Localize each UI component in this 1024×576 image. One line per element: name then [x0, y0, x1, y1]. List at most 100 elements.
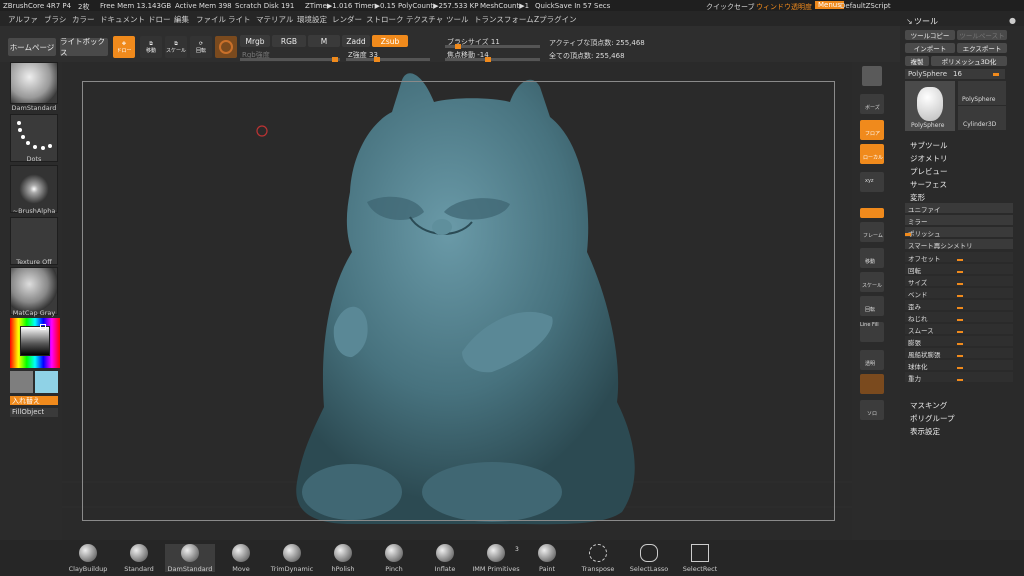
brush-paint[interactable]: Paint: [522, 544, 572, 573]
deform-spherize-knob[interactable]: [957, 367, 963, 369]
bpr-button[interactable]: [862, 66, 882, 86]
menu-file[interactable]: ファイル: [196, 14, 226, 25]
brush-imm-primitives[interactable]: IMM Primitives 3: [471, 544, 521, 573]
rgb-intensity-track[interactable]: [240, 57, 340, 62]
brush-size-knob[interactable]: [455, 44, 461, 49]
move-view-button[interactable]: 移動: [860, 248, 884, 268]
deform-bend[interactable]: ベンド: [905, 288, 1013, 299]
brush-standard[interactable]: Standard: [114, 544, 164, 573]
secondary-color-swatch[interactable]: [10, 371, 33, 393]
color-swatch-icon[interactable]: [215, 36, 237, 58]
deform-twist[interactable]: ねじれ: [905, 312, 1013, 323]
deform-skew-knob[interactable]: [957, 307, 963, 309]
tool-thumb-cylinder[interactable]: Cylinder3D: [958, 106, 1006, 130]
menu-tool[interactable]: ツール: [446, 14, 469, 25]
brush-size-track[interactable]: [445, 44, 540, 49]
deform-gravity[interactable]: 重力: [905, 372, 1013, 383]
menu-texture[interactable]: テクスチャ: [406, 14, 443, 25]
deform-inflate-knob[interactable]: [957, 343, 963, 345]
deform-offset-knob[interactable]: [957, 259, 963, 261]
deform-size[interactable]: サイズ: [905, 276, 1013, 287]
scale-mode-button[interactable]: ⧉ スケール: [165, 36, 187, 58]
tool-thumb-polysphere[interactable]: PolySphere: [958, 81, 1006, 105]
solo-button[interactable]: ソロ: [860, 400, 884, 420]
menu-draw[interactable]: ドロー: [148, 14, 171, 25]
deform-rotate[interactable]: 回転: [905, 264, 1013, 275]
draw-mode-button[interactable]: ✥ ドロー: [113, 36, 135, 58]
zsub-button[interactable]: Zsub: [372, 35, 408, 47]
preview-header[interactable]: プレビュー: [910, 166, 948, 177]
deform-skew[interactable]: 歪み: [905, 300, 1013, 311]
rgb-button[interactable]: RGB: [272, 35, 306, 47]
brush-thumbnail[interactable]: [10, 62, 58, 104]
menu-document[interactable]: ドキュメント: [100, 14, 145, 25]
current-tool-thumbnail[interactable]: PolySphere: [905, 81, 955, 131]
brush-claybuildup[interactable]: ClayBuildup: [63, 544, 113, 573]
z-intensity-track[interactable]: [346, 57, 430, 62]
rotate-mode-button[interactable]: ⟳ 回転: [190, 36, 212, 58]
polysphere-slider-knob[interactable]: [993, 73, 999, 76]
linefill-button[interactable]: Line Fill: [860, 322, 884, 342]
deform-header[interactable]: 変形: [910, 192, 925, 203]
sym-button[interactable]: [860, 208, 884, 218]
clone-button[interactable]: 複製: [905, 56, 929, 66]
brush-pinch[interactable]: Pinch: [369, 544, 419, 573]
tool-copy-button[interactable]: ツールコピー: [905, 30, 955, 40]
deform-rotate-knob[interactable]: [957, 271, 963, 273]
deform-unify[interactable]: ユニファイ: [905, 203, 1013, 214]
home-page-button[interactable]: ホームページ: [8, 38, 56, 56]
brush-selectlasso[interactable]: SelectLasso: [624, 544, 674, 573]
frame-button[interactable]: フレーム: [860, 222, 884, 242]
brush-hpolish[interactable]: hPolish: [318, 544, 368, 573]
deform-polish[interactable]: ポリッシュ: [905, 227, 1013, 238]
subtool-header[interactable]: サブツール: [910, 140, 948, 151]
deform-spherize[interactable]: 球体化: [905, 360, 1013, 371]
brush-transpose[interactable]: Transpose: [573, 544, 623, 573]
export-button[interactable]: エクスポート: [957, 43, 1007, 53]
make-polymesh-button[interactable]: ポリメッシュ3D化: [931, 56, 1007, 66]
zadd-button[interactable]: Zadd: [342, 35, 370, 47]
deform-offset[interactable]: オフセット: [905, 252, 1013, 263]
main-color-swatch[interactable]: [35, 371, 58, 393]
brush-inflate[interactable]: Inflate: [420, 544, 470, 573]
persp-button[interactable]: ボーズ: [860, 94, 884, 114]
menu-transform[interactable]: トランスフォーム: [474, 14, 534, 25]
brush-selectrect[interactable]: SelectRect: [675, 544, 725, 573]
deform-smooth-knob[interactable]: [957, 331, 963, 333]
menu-stroke[interactable]: ストローク: [366, 14, 404, 25]
material-thumbnail[interactable]: [10, 267, 58, 315]
default-zscript[interactable]: DefaultZScript: [840, 2, 891, 10]
deform-inflate-balloon-knob[interactable]: [957, 355, 963, 357]
fill-object-button[interactable]: FillObject: [10, 408, 58, 417]
masking-header[interactable]: マスキング: [910, 400, 947, 411]
display-properties-header[interactable]: 表示設定: [910, 426, 940, 437]
move-mode-button[interactable]: ⧉ 移動: [140, 36, 162, 58]
transp-button[interactable]: 透明: [860, 350, 884, 370]
deform-size-knob[interactable]: [957, 283, 963, 285]
brush-move[interactable]: Move: [216, 544, 266, 573]
deform-mirror[interactable]: ミラー: [905, 215, 1013, 226]
panel-close-icon[interactable]: ●: [1009, 16, 1016, 25]
focal-shift-track[interactable]: [445, 57, 540, 62]
deform-gravity-knob[interactable]: [957, 379, 963, 381]
deform-inflate-balloon[interactable]: 風船状膨張: [905, 348, 1013, 359]
deform-smart-resym[interactable]: スマート再シンメトリ: [905, 239, 1013, 250]
deform-polish-knob[interactable]: [905, 233, 911, 236]
menu-render[interactable]: レンダー: [332, 14, 362, 25]
ghost-button[interactable]: [860, 374, 884, 394]
menu-edit[interactable]: 編集: [174, 14, 189, 25]
geometry-header[interactable]: ジオメトリ: [910, 153, 948, 164]
menu-material[interactable]: マテリアル: [256, 14, 293, 25]
deform-smooth[interactable]: スムース: [905, 324, 1013, 335]
deform-bend-knob[interactable]: [957, 295, 963, 297]
import-button[interactable]: インポート: [905, 43, 955, 53]
floor-button[interactable]: フロア: [860, 120, 884, 140]
mrgb-button[interactable]: Mrgb: [240, 35, 270, 47]
polysphere-slider[interactable]: PolySphere 16: [905, 69, 1005, 79]
alpha-thumbnail[interactable]: [10, 165, 58, 213]
polygroups-header[interactable]: ポリグループ: [910, 413, 955, 424]
menu-color[interactable]: カラー: [72, 14, 95, 25]
deform-inflate[interactable]: 膨張: [905, 336, 1013, 347]
brush-trimdynamic[interactable]: TrimDynamic: [267, 544, 317, 573]
color-picker[interactable]: [10, 318, 60, 368]
